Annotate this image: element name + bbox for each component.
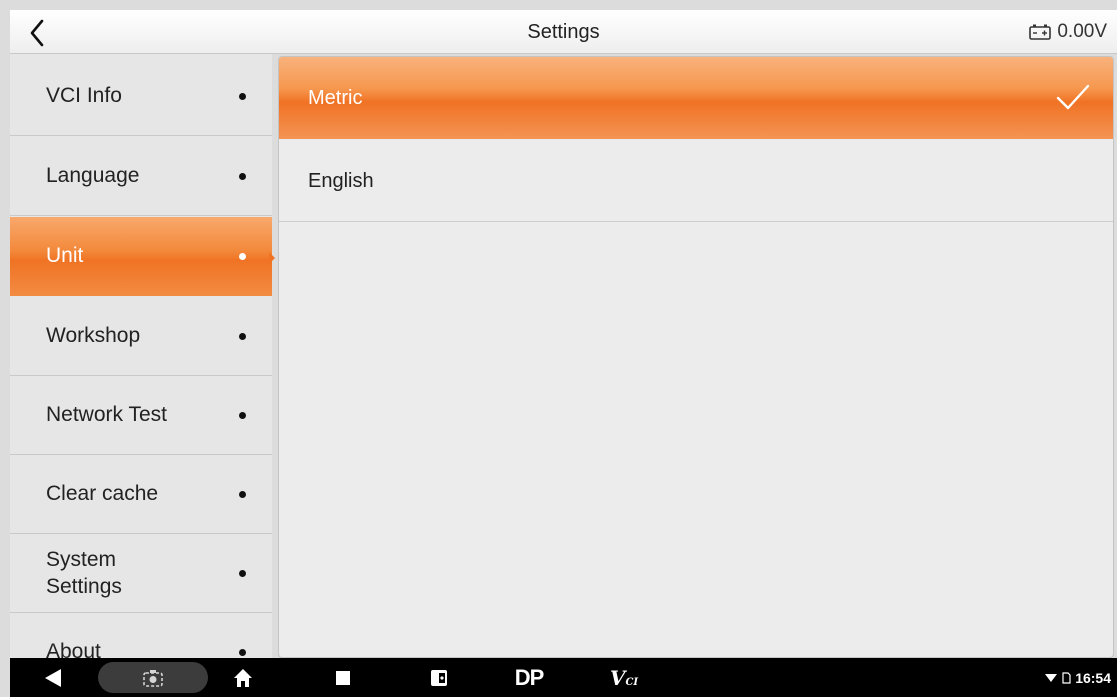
sidebar-item-label: About (46, 640, 101, 658)
bullet-icon (239, 570, 246, 577)
bullet-icon (239, 253, 246, 260)
sidebar-item-unit[interactable]: Unit (10, 217, 272, 296)
camera-icon (143, 669, 163, 687)
sidebar-item-label: Unit (46, 244, 84, 268)
sidebar-item-network-test[interactable]: Network Test (10, 376, 272, 455)
unit-option-metric[interactable]: Metric (279, 57, 1113, 139)
status-area: 16:54 (1045, 658, 1111, 697)
vci-sub-text: CI (625, 676, 639, 688)
sidebar-item-clear-cache[interactable]: Clear cache (10, 455, 272, 534)
sidebar-item-label: System Settings (46, 548, 122, 598)
app-shortcut-button[interactable] (424, 658, 454, 697)
settings-sidebar: VCI Info Language Unit Workshop Network … (10, 54, 272, 658)
option-label: Metric (308, 86, 363, 109)
sidebar-item-label: VCI Info (46, 84, 122, 108)
system-nav-bar: DP VCI 16:54 (10, 658, 1117, 697)
bullet-icon (239, 491, 246, 498)
checkmark-icon (1056, 84, 1090, 110)
home-icon (234, 668, 252, 687)
no-sim-icon (1062, 671, 1071, 684)
nav-back-button[interactable] (38, 658, 68, 697)
vci-app-button[interactable]: VCI (604, 658, 644, 697)
sidebar-item-label: Network Test (46, 403, 167, 427)
bullet-icon (239, 412, 246, 419)
vci-logo-icon: VCI (610, 666, 638, 690)
active-pointer-icon (269, 252, 275, 264)
title-bar: Settings 0.00V (10, 10, 1117, 54)
nav-back-icon (45, 668, 61, 687)
sidebar-item-label: Workshop (46, 324, 141, 348)
app-shortcut-icon (431, 669, 447, 686)
screenshot-button[interactable] (98, 662, 208, 693)
voltage-value: 0.00V (1057, 21, 1107, 42)
bullet-icon (239, 173, 246, 180)
sidebar-item-label: Language (46, 164, 140, 188)
bullet-icon (239, 649, 246, 656)
dp-logo-icon: DP (514, 664, 545, 690)
sidebar-item-language[interactable]: Language (10, 137, 272, 216)
option-label: English (308, 169, 374, 192)
sidebar-item-vci-info[interactable]: VCI Info (10, 57, 272, 136)
unit-options-panel: Metric English (278, 56, 1114, 658)
page-title: Settings (527, 21, 600, 43)
wifi-icon (1045, 673, 1058, 682)
vci-main-text: V (609, 665, 626, 690)
sidebar-item-about[interactable]: About (10, 613, 272, 658)
dp-app-button[interactable]: DP (506, 658, 552, 697)
sidebar-item-workshop[interactable]: Workshop (10, 297, 272, 376)
bullet-icon (239, 333, 246, 340)
recents-icon (336, 670, 350, 685)
nav-home-button[interactable] (228, 658, 258, 697)
clock-time: 16:54 (1075, 669, 1111, 686)
battery-voltage: 0.00V (1029, 10, 1107, 54)
sidebar-item-label: Clear cache (46, 482, 159, 506)
bullet-icon (239, 93, 246, 100)
nav-recents-button[interactable] (328, 658, 358, 697)
battery-icon (1029, 24, 1052, 40)
unit-option-english[interactable]: English (279, 140, 1113, 222)
sidebar-item-system-settings[interactable]: System Settings (10, 534, 272, 613)
